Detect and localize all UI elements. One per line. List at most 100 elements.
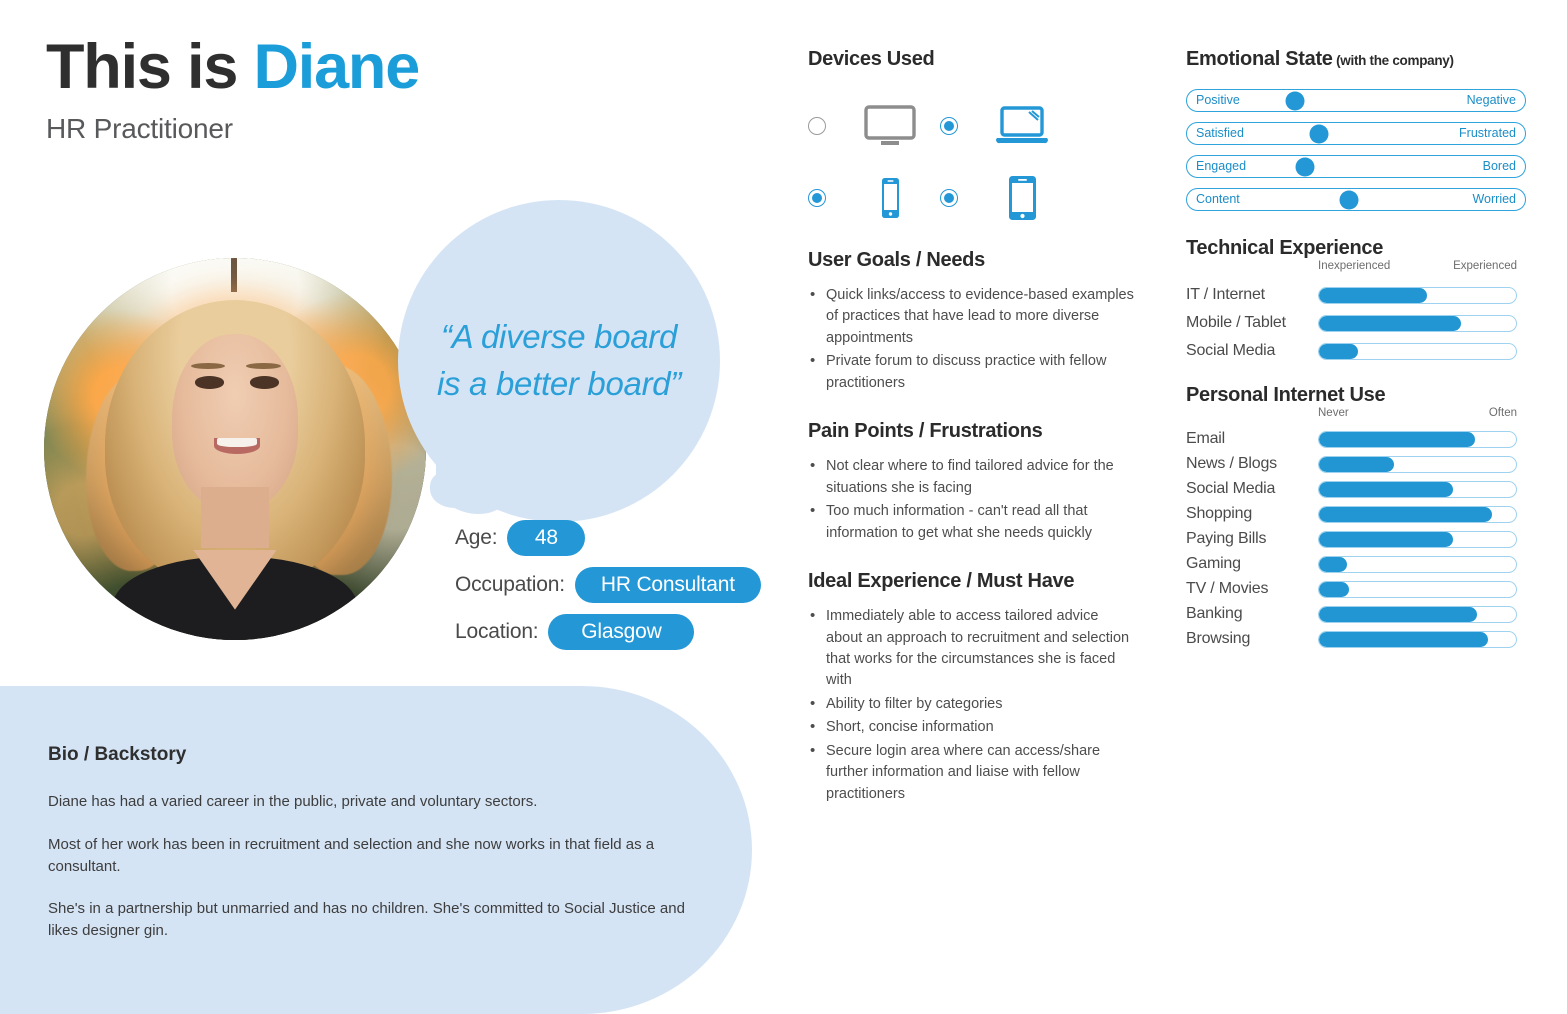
emotional-slider-engaged-bored[interactable]: Engaged Bored [1186,155,1526,178]
location-label: Location: [455,620,539,643]
bar-track[interactable] [1318,342,1517,360]
piu-bar-row-email: Email [1186,430,1526,448]
device-option-laptop[interactable] [940,105,1072,147]
mobile-phone-icon [864,177,916,219]
bar-track[interactable] [1318,480,1517,498]
photo-background-stem [231,258,238,293]
persona-name: Diane [253,32,420,102]
bar-label: Gaming [1186,555,1241,572]
device-option-tablet[interactable] [940,175,1072,221]
bar-fill [1319,315,1461,331]
bio-paragraph: She's in a partnership but unmarried and… [48,900,685,939]
bar-fill [1319,531,1453,547]
ideal-experience-heading: Ideal Experience / Must Have [808,570,1075,593]
emotional-slider-satisfied-frustrated[interactable]: Satisfied Frustrated [1186,122,1526,145]
photo-face [171,334,299,511]
personal-internet-use-heading: Personal Internet Use [1186,384,1386,406]
bar-label: Shopping [1186,505,1253,522]
list-item: Not clear where to find tailored advice … [808,455,1138,499]
emotional-state-sliders: Positive Negative Satisfied Frustrated E… [1186,89,1526,211]
pain-points-heading: Pain Points / Frustrations [808,420,1043,443]
devices-used-group [808,105,1138,221]
scale-min-label: Never [1318,407,1349,419]
piu-bar-row-browsing: Browsing [1186,630,1526,648]
slider-left-label: Positive [1196,93,1240,107]
devices-heading: Devices Used [808,48,935,70]
technical-experience-scale: Inexperienced Experienced [1318,260,1517,276]
tech-bar-row-mobile-tablet: Mobile / Tablet [1186,314,1526,332]
persona-portrait-photo [44,258,426,640]
list-item: Short, concise information [808,716,1138,739]
devices-row-bottom [808,175,1138,221]
bar-track[interactable] [1318,530,1517,548]
slider-thumb[interactable] [1285,91,1305,110]
slider-thumb[interactable] [1309,124,1329,143]
demographic-row-location: Location: Glasgow [455,614,785,650]
piu-bar-row-paying-bills: Paying Bills [1186,530,1526,548]
slider-right-label: Bored [1482,159,1516,173]
bar-label: IT / Internet [1186,286,1265,303]
slider-left-label: Satisfied [1196,126,1244,140]
list-item: Private forum to discuss practice with f… [808,350,1138,394]
slider-thumb[interactable] [1295,157,1315,176]
bar-track[interactable] [1318,555,1517,573]
technical-experience-block: Technical Experience Inexperienced Exper… [1186,237,1526,360]
pain-points-block: Pain Points / Frustrations Not clear whe… [808,420,1138,544]
emotional-slider-content-worried[interactable]: Content Worried [1186,188,1526,211]
device-option-mobile[interactable] [808,177,940,219]
scale-min-label: Inexperienced [1318,260,1391,272]
list-item: Immediately able to access tailored advi… [808,605,1138,692]
bar-track[interactable] [1318,455,1517,473]
bar-track[interactable] [1318,314,1517,332]
scale-max-label: Experienced [1453,260,1517,272]
user-goals-block: User Goals / Needs Quick links/access to… [808,249,1138,394]
bar-track[interactable] [1318,580,1517,598]
bar-fill [1319,343,1359,359]
bar-track[interactable] [1318,630,1517,648]
bar-fill [1319,431,1475,447]
photo-neck [200,487,270,549]
demographic-row-age: Age: 48 [455,520,785,556]
devices-row-top [808,105,1138,147]
slider-right-label: Frustrated [1459,126,1516,140]
occupation-label: Occupation: [455,573,565,596]
slider-left-label: Content [1196,192,1240,206]
slider-right-label: Negative [1466,93,1516,107]
emotional-slider-positive-negative[interactable]: Positive Negative [1186,89,1526,112]
bar-track[interactable] [1318,605,1517,623]
piu-bar-row-social-media: Social Media [1186,480,1526,498]
emotional-state-heading: Emotional State (with the company) [1186,48,1526,71]
bar-fill [1319,631,1489,647]
speech-bubble: “A diverse board is a better board” [398,200,720,522]
bar-fill [1319,556,1347,572]
radio-mobile-phone[interactable] [808,189,826,207]
persona-quote: “A diverse board is a better board” [436,318,682,402]
personal-internet-use-scale: Never Often [1318,407,1517,423]
list-item: Quick links/access to evidence-based exa… [808,284,1138,349]
photo-eye-right [250,376,279,389]
bar-fill [1319,287,1428,303]
user-goals-list: Quick links/access to evidence-based exa… [808,284,1138,394]
bio-paragraph: Most of her work has been in recruitment… [48,835,655,875]
device-option-desktop[interactable] [808,105,940,147]
radio-laptop[interactable] [940,117,958,135]
occupation-value-pill: HR Consultant [574,567,761,603]
bio-heading: Bio / Backstory [48,744,187,765]
tablet-icon [996,175,1048,221]
bar-track[interactable] [1318,430,1517,448]
bio-section: Bio / Backstory Diane has had a varied c… [48,744,698,963]
bar-label: Browsing [1186,630,1251,647]
radio-desktop[interactable] [808,117,826,135]
emotional-state-heading-main: Emotional State [1186,48,1333,70]
radio-tablet[interactable] [940,189,958,207]
demographic-row-occupation: Occupation: HR Consultant [455,567,785,603]
slider-thumb[interactable] [1339,190,1359,209]
piu-bar-row-shopping: Shopping [1186,505,1526,523]
bar-track[interactable] [1318,505,1517,523]
piu-bar-row-tv-movies: TV / Movies [1186,580,1526,598]
tech-bar-row-social-media: Social Media [1186,342,1526,360]
piu-bar-row-banking: Banking [1186,605,1526,623]
photo-teeth [216,438,258,447]
bar-track[interactable] [1318,286,1517,304]
slider-left-label: Engaged [1196,159,1247,173]
